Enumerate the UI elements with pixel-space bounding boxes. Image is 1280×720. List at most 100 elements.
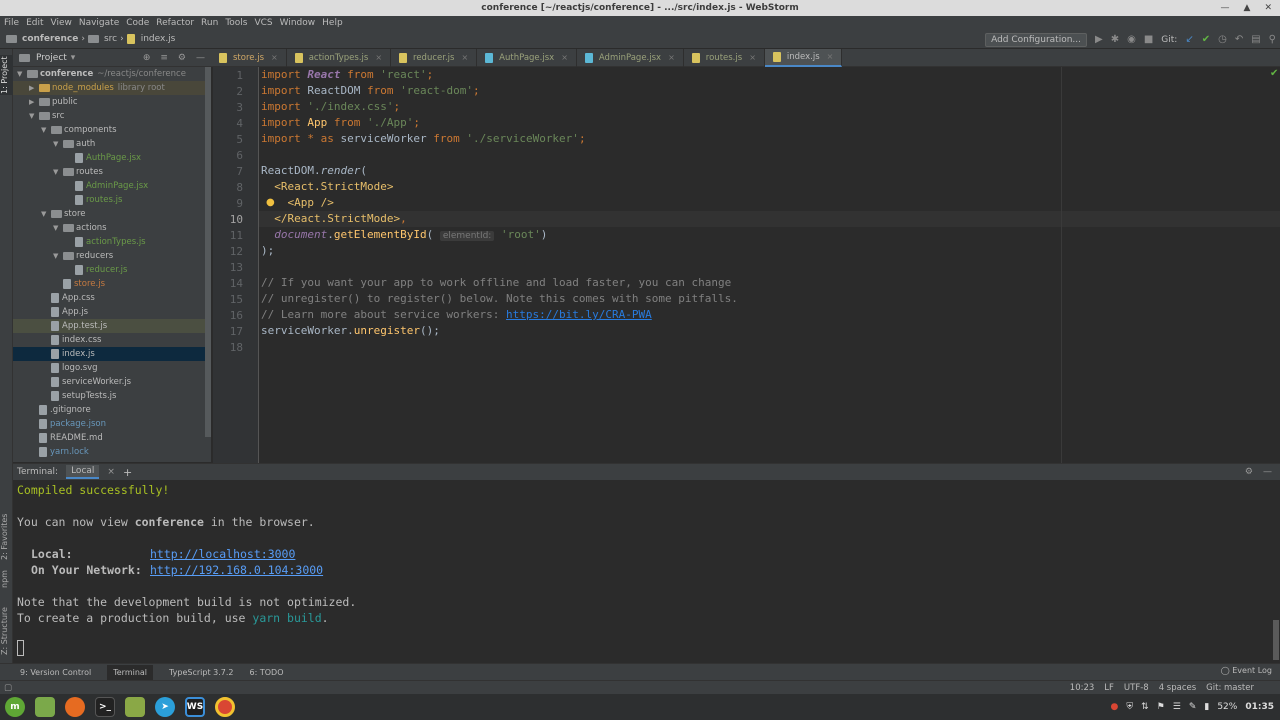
editor-tab[interactable]: routes.js × xyxy=(684,48,765,67)
mint-menu-icon[interactable]: m xyxy=(5,697,25,717)
chrome-icon[interactable] xyxy=(215,697,235,717)
menu-tools[interactable]: Tools xyxy=(225,18,247,28)
breadcrumb-project[interactable]: conference xyxy=(22,34,78,44)
chevron-down-icon[interactable]: ▼ xyxy=(17,67,27,81)
folder-app-icon[interactable] xyxy=(125,697,145,717)
caret-position[interactable]: 10:23 xyxy=(1070,683,1095,693)
indent-setting[interactable]: 4 spaces xyxy=(1159,683,1196,693)
tree-scrollbar[interactable] xyxy=(205,67,211,437)
tree-item[interactable]: store.js xyxy=(13,277,211,291)
close-icon[interactable]: × xyxy=(271,49,278,67)
chevron-down-icon[interactable]: ▼ xyxy=(41,207,51,221)
tree-item[interactable]: AdminPage.jsx xyxy=(13,179,211,193)
tree-item[interactable]: index.css xyxy=(13,333,211,347)
webstorm-icon[interactable]: WS xyxy=(185,697,205,717)
tree-item[interactable]: ▼ conference ~/reactjs/conference xyxy=(13,67,211,81)
tree-item[interactable]: ▼ components xyxy=(13,123,211,137)
tree-item[interactable]: ▶ public xyxy=(13,95,211,109)
menu-code[interactable]: Code xyxy=(126,18,149,28)
tool-npm[interactable]: npm xyxy=(0,569,13,589)
chevron-right-icon[interactable]: ▶ xyxy=(29,95,39,109)
tree-item[interactable]: reducer.js xyxy=(13,263,211,277)
terminal-network-url[interactable]: http://192.168.0.104:3000 xyxy=(150,562,323,578)
tool-project[interactable]: 1: Project xyxy=(0,55,13,95)
clipboard-icon[interactable]: ✎ xyxy=(1189,702,1197,712)
tree-item[interactable]: ▼ auth xyxy=(13,137,211,151)
code-link[interactable]: https://bit.ly/CRA-PWA xyxy=(506,308,652,321)
bottom-tool-3[interactable]: 6: TODO xyxy=(250,668,284,677)
tree-item[interactable]: routes.js xyxy=(13,193,211,207)
debug-icon[interactable]: ✱ xyxy=(1111,34,1119,45)
terminal-app-icon[interactable]: >_ xyxy=(95,697,115,717)
event-log-button[interactable]: ◯ Event Log xyxy=(1221,666,1272,675)
tree-item[interactable]: ▼ routes xyxy=(13,165,211,179)
rollback-icon[interactable]: ↶ xyxy=(1235,34,1243,45)
editor-tab[interactable]: AuthPage.jsx × xyxy=(477,48,577,67)
git-branch[interactable]: Git: master xyxy=(1206,683,1254,693)
tree-item[interactable]: ▼ actions xyxy=(13,221,211,235)
tool-favorites[interactable]: 2: Favorites xyxy=(0,509,13,564)
gear-icon[interactable]: ⚙ xyxy=(1245,467,1253,477)
tree-item[interactable]: .gitignore xyxy=(13,403,211,417)
collapse-icon[interactable]: ≡ xyxy=(160,53,168,63)
project-panel-title[interactable]: Project xyxy=(36,53,67,63)
editor-tab[interactable]: AdminPage.jsx × xyxy=(577,48,684,67)
chevron-down-icon[interactable]: ▼ xyxy=(41,123,51,137)
menu-help[interactable]: Help xyxy=(322,18,343,28)
history-icon[interactable]: ◷ xyxy=(1218,34,1227,45)
tree-item[interactable]: ▼ reducers xyxy=(13,249,211,263)
maximize-icon[interactable]: ▲ xyxy=(1244,0,1251,16)
chevron-down-icon[interactable]: ▼ xyxy=(53,137,63,151)
tree-item[interactable]: package.json xyxy=(13,417,211,431)
tree-item[interactable]: actionTypes.js xyxy=(13,235,211,249)
layout-icon[interactable]: ▤ xyxy=(1251,34,1260,45)
lightbulb-icon[interactable]: ● xyxy=(266,197,275,208)
close-icon[interactable]: × xyxy=(561,49,568,67)
locate-icon[interactable]: ⊕ xyxy=(143,53,151,63)
network-icon[interactable]: ⇅ xyxy=(1141,702,1149,712)
close-icon[interactable]: × xyxy=(107,467,115,477)
chevron-down-icon[interactable]: ▼ xyxy=(29,109,39,123)
tree-item[interactable]: serviceWorker.js xyxy=(13,375,211,389)
tree-item[interactable]: App.test.js xyxy=(13,319,211,333)
git-commit-icon[interactable]: ✔ xyxy=(1202,34,1210,45)
breadcrumb-folder[interactable]: src xyxy=(104,34,117,44)
tool-structure[interactable]: Z: Structure xyxy=(0,604,13,659)
add-configuration-button[interactable]: Add Configuration... xyxy=(985,32,1087,47)
chevron-down-icon[interactable]: ▼ xyxy=(53,165,63,179)
menu-refactor[interactable]: Refactor xyxy=(156,18,194,28)
close-icon[interactable]: ✕ xyxy=(1264,0,1272,16)
terminal-tab-local[interactable]: Local xyxy=(66,465,100,479)
chevron-right-icon[interactable]: ▶ xyxy=(29,81,39,95)
tree-item[interactable]: setupTests.js xyxy=(13,389,211,403)
tree-item[interactable]: ▼ src xyxy=(13,109,211,123)
coverage-icon[interactable]: ◉ xyxy=(1127,34,1136,45)
close-icon[interactable]: × xyxy=(827,48,834,66)
stop-icon[interactable]: ■ xyxy=(1144,34,1153,45)
breadcrumb-file[interactable]: index.js xyxy=(141,34,176,44)
menu-view[interactable]: View xyxy=(51,18,72,28)
panel-toggle-icon[interactable]: ▢ xyxy=(4,683,12,693)
minimize-icon[interactable]: — xyxy=(1221,0,1230,16)
chevron-down-icon[interactable]: ▼ xyxy=(53,221,63,235)
tray-app-icon[interactable]: ● xyxy=(1111,702,1119,712)
menu-window[interactable]: Window xyxy=(280,18,316,28)
menu-vcs[interactable]: VCS xyxy=(254,18,272,28)
bottom-tool-2[interactable]: TypeScript 3.7.2 xyxy=(169,668,233,677)
telegram-icon[interactable]: ➤ xyxy=(155,697,175,717)
menu-edit[interactable]: Edit xyxy=(26,18,43,28)
editor-tab[interactable]: store.js × xyxy=(211,48,287,67)
tree-item[interactable]: App.css xyxy=(13,291,211,305)
line-separator[interactable]: LF xyxy=(1104,683,1114,693)
tree-item[interactable]: ▼ store xyxy=(13,207,211,221)
bottom-tool-0[interactable]: 9: Version Control xyxy=(20,668,91,677)
close-icon[interactable]: × xyxy=(375,49,382,67)
chevron-down-icon[interactable]: ▾ xyxy=(71,53,76,63)
tree-item[interactable]: ▶ node_modules library root xyxy=(13,81,211,95)
close-icon[interactable]: × xyxy=(461,49,468,67)
menu-run[interactable]: Run xyxy=(201,18,218,28)
chevron-down-icon[interactable]: ▼ xyxy=(53,249,63,263)
close-icon[interactable]: × xyxy=(668,49,675,67)
new-terminal-icon[interactable]: + xyxy=(123,466,132,479)
menu-navigate[interactable]: Navigate xyxy=(79,18,119,28)
